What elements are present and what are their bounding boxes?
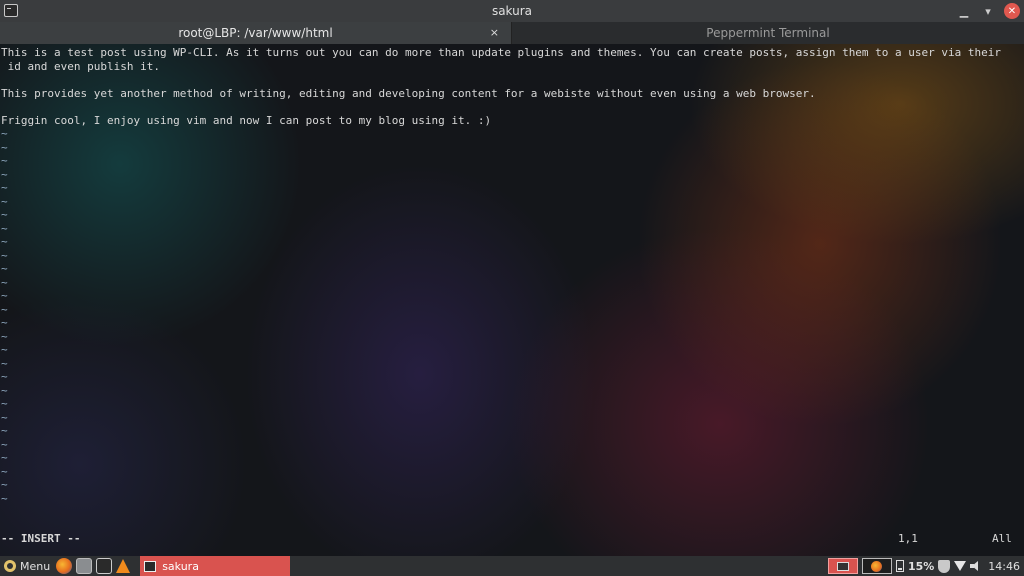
terminal-launcher-icon[interactable] <box>96 558 113 574</box>
buffer-line[interactable]: id and even publish it. <box>1 60 160 74</box>
empty-line-tilde: ~ <box>1 289 8 302</box>
file-manager-icon[interactable] <box>76 558 93 574</box>
system-tray: 15% 14:46 <box>827 556 1024 576</box>
empty-line-tilde: ~ <box>1 370 8 383</box>
clock[interactable]: 14:46 <box>988 560 1020 573</box>
tab-root-terminal[interactable]: root@LBP: /var/www/html × <box>0 22 512 44</box>
firefox-icon <box>871 560 883 572</box>
workspace-2[interactable] <box>861 558 892 574</box>
window-controls: ▁ ▾ ✕ <box>956 3 1020 19</box>
empty-line-tilde: ~ <box>1 397 8 410</box>
empty-line-tilde: ~ <box>1 410 8 424</box>
battery-level: 15% <box>907 559 935 573</box>
window-title: sakura <box>491 4 533 18</box>
empty-line-tilde: ~ <box>1 235 8 248</box>
terminal-area[interactable]: This is a test post using WP-CLI. As it … <box>0 44 1024 556</box>
buffer-line[interactable]: Friggin cool, I enjoy using vim and now … <box>1 114 491 128</box>
shield-icon[interactable] <box>938 559 951 573</box>
empty-line-tilde: ~ <box>1 343 8 356</box>
empty-line-tilde: ~ <box>1 302 8 316</box>
volume-icon[interactable] <box>970 561 980 571</box>
empty-line-tilde: ~ <box>1 464 8 478</box>
empty-line-tilde: ~ <box>1 424 8 437</box>
close-icon[interactable]: ✕ <box>1004 3 1020 19</box>
battery-icon[interactable] <box>895 560 904 572</box>
menu-label: Menu <box>20 559 51 573</box>
empty-line-tilde: ~ <box>1 127 8 140</box>
empty-line-tilde: ~ <box>1 478 8 491</box>
minimize-icon[interactable]: ▁ <box>956 3 972 19</box>
maximize-icon[interactable]: ▾ <box>980 3 996 19</box>
empty-line-tilde: ~ <box>1 437 8 451</box>
terminal-icon <box>836 561 849 571</box>
menu-button[interactable]: Menu <box>0 556 54 576</box>
empty-line-tilde: ~ <box>1 262 8 275</box>
empty-line-tilde: ~ <box>1 154 8 167</box>
scroll-indicator: All <box>992 532 1012 545</box>
empty-line-tilde: ~ <box>1 248 8 262</box>
wifi-icon[interactable] <box>954 561 967 571</box>
tab-label: Peppermint Terminal <box>706 26 830 40</box>
empty-line-tilde: ~ <box>1 356 8 370</box>
tab-label: root@LBP: /var/www/html <box>178 26 333 40</box>
vim-statusline: -- INSERT -- 1,1 All <box>0 532 1024 546</box>
taskbar-window-sakura[interactable]: sakura <box>140 556 291 576</box>
tab-peppermint-terminal[interactable]: Peppermint Terminal <box>512 22 1024 44</box>
cursor-position: 1,1 <box>898 532 918 545</box>
gear-icon <box>4 560 16 572</box>
vim-mode: -- INSERT -- <box>1 532 81 545</box>
empty-line-tilde: ~ <box>1 208 8 221</box>
vlc-icon[interactable] <box>116 559 131 573</box>
window-titlebar: sakura ▁ ▾ ✕ <box>0 0 1024 22</box>
terminal-icon[interactable] <box>4 4 18 17</box>
empty-line-tilde: ~ <box>1 275 8 289</box>
workspace-1[interactable] <box>827 558 858 574</box>
tab-close-icon[interactable]: × <box>490 26 499 39</box>
empty-line-tilde: ~ <box>1 194 8 208</box>
taskbar: Menu sakura 15% 14:46 <box>0 556 1024 576</box>
empty-line-tilde: ~ <box>1 329 8 343</box>
terminal-icon <box>144 560 157 572</box>
empty-line-tilde: ~ <box>1 140 8 154</box>
empty-line-tilde: ~ <box>1 383 8 397</box>
empty-line-tilde: ~ <box>1 491 8 505</box>
buffer-line[interactable]: This provides yet another method of writ… <box>1 87 816 101</box>
empty-line-tilde: ~ <box>1 221 8 235</box>
firefox-icon[interactable] <box>56 558 73 574</box>
task-label: sakura <box>162 559 199 573</box>
buffer-line[interactable]: This is a test post using WP-CLI. As it … <box>1 46 1001 60</box>
empty-line-tilde: ~ <box>1 316 8 329</box>
empty-line-tilde: ~ <box>1 451 8 464</box>
tab-bar: root@LBP: /var/www/html × Peppermint Ter… <box>0 22 1024 44</box>
empty-line-tilde: ~ <box>1 181 8 194</box>
empty-line-tilde: ~ <box>1 167 8 181</box>
